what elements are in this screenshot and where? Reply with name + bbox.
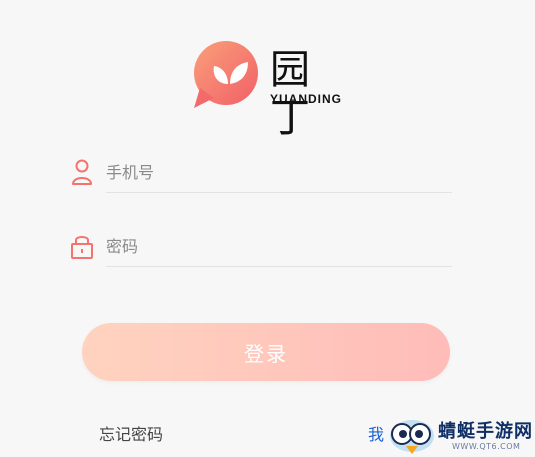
watermark: 蜻蜓手游网 WWW.QT6.COM [386, 414, 535, 457]
app-logo: 园丁 YUANDING [190, 40, 350, 141]
password-input[interactable] [106, 226, 452, 267]
phone-input[interactable] [106, 152, 452, 193]
phone-field-row [70, 152, 452, 196]
watermark-url: WWW.QT6.COM [452, 442, 521, 451]
user-icon [72, 159, 92, 185]
forgot-password-link[interactable]: 忘记密码 [99, 421, 163, 445]
secondary-link[interactable]: 我 [368, 421, 384, 445]
logo-name-en: YUANDING [270, 92, 343, 106]
dragonfly-mascot-icon [390, 420, 434, 454]
password-field-row [70, 226, 452, 270]
lock-icon [71, 236, 93, 259]
login-button[interactable]: 登录 [82, 323, 450, 381]
watermark-title: 蜻蜓手游网 [438, 421, 533, 442]
leaf-speech-bubble-icon [194, 41, 258, 108]
